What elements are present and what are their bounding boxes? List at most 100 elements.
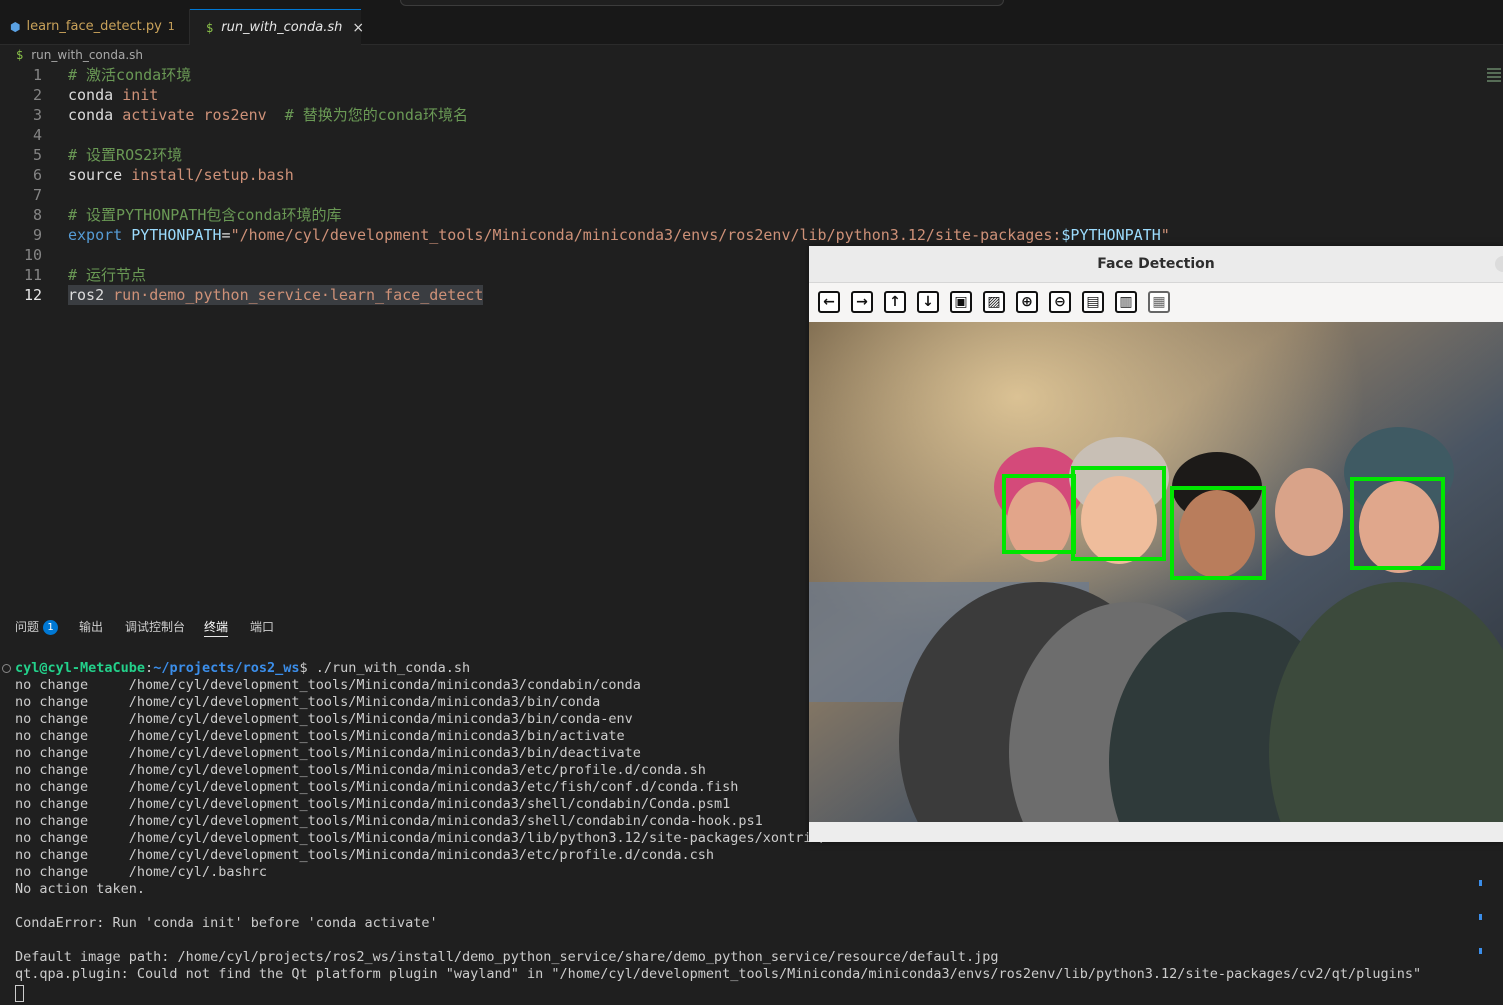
line-number: 12 <box>23 286 42 304</box>
code-string: "/home/cyl/development_tools/Miniconda/m… <box>230 226 1062 244</box>
paint-icon[interactable]: ▦ <box>1148 291 1170 313</box>
code-comment: # 激活conda环境 <box>68 66 192 84</box>
code-command: conda <box>68 86 114 104</box>
tab-problems[interactable]: 问题 1 <box>15 612 59 642</box>
terminal-line: no change /home/cyl/development_tools/Mi… <box>15 745 641 761</box>
code-argument: run·demo_python_service·learn_face_detec… <box>113 286 484 304</box>
terminal-scroll-marker <box>1479 880 1482 886</box>
line-number: 9 <box>32 226 42 244</box>
code-variable: PYTHONPATH <box>131 226 222 244</box>
command-status-icon <box>2 664 11 673</box>
save-icon[interactable]: ▤ <box>1082 291 1104 313</box>
tab-terminal[interactable]: 终端 <box>204 612 229 637</box>
line-number: 5 <box>32 146 42 164</box>
terminal-cursor <box>15 985 24 1002</box>
photo-canvas <box>809 322 1503 822</box>
panel-tabs: 问题 1 输出 调试控制台 终端 端口 <box>0 612 808 642</box>
code-operator: = <box>221 226 231 244</box>
code-comment: # 运行节点 <box>68 266 147 284</box>
image-toolbar: ← → ↑ ↓ ▣ ▨ ⊕ ⊖ ▤ ▥ ▦ <box>809 283 1503 321</box>
line-number: 10 <box>23 246 42 264</box>
detected-image[interactable] <box>809 322 1503 822</box>
terminal-line: CondaError: Run 'conda init' before 'con… <box>15 915 438 931</box>
terminal-line: no change /home/cyl/development_tools/Mi… <box>15 694 601 710</box>
tab-label: learn_face_detect.py <box>26 19 162 34</box>
minimap[interactable] <box>1487 66 1501 90</box>
problems-badge: 1 <box>43 620 59 635</box>
editor-tab-bar: ⬢ learn_face_detect.py 1 $ run_with_cond… <box>0 9 1503 45</box>
terminal-line: no change /home/cyl/development_tools/Mi… <box>15 779 739 795</box>
line-number: 2 <box>32 86 42 104</box>
face <box>1275 468 1343 556</box>
image-icon[interactable]: ▣ <box>950 291 972 313</box>
clipboard-icon[interactable]: ▥ <box>1115 291 1137 313</box>
prompt-path: ~/projects/ros2_ws <box>153 660 300 676</box>
close-icon[interactable]: × <box>352 20 364 36</box>
arrow-left-icon[interactable]: ← <box>818 291 840 313</box>
arrow-down-icon[interactable]: ↓ <box>917 291 939 313</box>
face <box>1081 476 1157 564</box>
terminal-line: no change /home/cyl/development_tools/Mi… <box>15 762 706 778</box>
breadcrumb: $ run_with_conda.sh <box>0 45 808 65</box>
face-detection-window[interactable]: Face Detection ← → ↑ ↓ ▣ ▨ ⊕ ⊖ ▤ ▥ ▦ <box>809 246 1503 842</box>
code-command: ros2 <box>68 286 105 304</box>
code-keyword: export <box>68 226 123 244</box>
terminal-line: no change /home/cyl/development_tools/Mi… <box>15 711 633 727</box>
face <box>1179 490 1255 578</box>
tab-debug-console[interactable]: 调试控制台 <box>125 612 185 642</box>
shell-icon: $ <box>206 20 214 35</box>
code-argument: activate ros2env <box>122 106 267 124</box>
terminal-line: no change /home/cyl/development_tools/Mi… <box>15 830 828 846</box>
tab-learn-face-detect[interactable]: ⬢ learn_face_detect.py 1 <box>0 9 190 44</box>
code-comment: # 替换为您的conda环境名 <box>284 106 468 124</box>
line-number: 3 <box>32 106 42 124</box>
prompt-user: cyl@cyl-MetaCube <box>15 660 146 676</box>
breadcrumb-file[interactable]: run_with_conda.sh <box>31 48 143 62</box>
zoom-in-icon[interactable]: ⊕ <box>1016 291 1038 313</box>
line-number: 7 <box>32 186 42 204</box>
zoom-out-icon[interactable]: ⊖ <box>1049 291 1071 313</box>
terminal-line: no change /home/cyl/development_tools/Mi… <box>15 796 731 812</box>
face <box>1359 481 1439 573</box>
title-bar <box>0 0 1503 9</box>
terminal-line: no change /home/cyl/development_tools/Mi… <box>15 813 763 829</box>
terminal-line: no change /home/cyl/.bashrc <box>15 864 267 880</box>
code-argument: install/setup.bash <box>131 166 294 184</box>
terminal-scroll-marker <box>1479 914 1482 920</box>
line-number: 4 <box>32 126 42 144</box>
code-string: " <box>1160 226 1170 244</box>
code-variable: $PYTHONPATH <box>1061 226 1161 244</box>
terminal-prompt-line: cyl@cyl-MetaCube:~/projects/ros2_ws$ ./r… <box>15 660 471 676</box>
tab-problem-count: 1 <box>167 20 175 33</box>
tab-ports[interactable]: 端口 <box>250 612 274 642</box>
code-editor[interactable]: 1 # 激活conda环境 2 conda init 3 conda activate… <box>0 65 1170 605</box>
terminal-line: no change /home/cyl/development_tools/Mi… <box>15 728 625 744</box>
line-number: 11 <box>23 266 42 284</box>
terminal-line: No action taken. <box>15 881 146 897</box>
line-number: 1 <box>32 66 42 84</box>
code-argument: init <box>122 86 159 104</box>
arrow-up-icon[interactable]: ↑ <box>884 291 906 313</box>
terminal-scroll-marker <box>1479 948 1482 954</box>
prompt-command: $ ./run_with_conda.sh <box>299 660 471 676</box>
tab-run-with-conda[interactable]: $ run_with_conda.sh × <box>190 9 364 45</box>
code-command: conda <box>68 106 114 124</box>
terminal-line: no change /home/cyl/development_tools/Mi… <box>15 847 714 863</box>
python-icon: ⬢ <box>10 19 21 34</box>
arrow-right-icon[interactable]: → <box>851 291 873 313</box>
terminal-line: qt.qpa.plugin: Could not find the Qt pla… <box>15 966 1422 982</box>
line-number: 8 <box>32 206 42 224</box>
window-title: Face Detection <box>809 246 1503 283</box>
tab-label: 问题 <box>15 620 40 634</box>
line-number: 6 <box>32 166 42 184</box>
code-comment: # 设置ROS2环境 <box>68 146 183 164</box>
tab-output[interactable]: 输出 <box>79 612 103 642</box>
terminal-line: Default image path: /home/cyl/projects/r… <box>15 949 999 965</box>
window-status-bar <box>809 822 1503 842</box>
shell-icon: $ <box>16 48 24 62</box>
tab-label: run_with_conda.sh <box>221 20 343 35</box>
command-center[interactable] <box>400 0 1004 6</box>
terminal-line: no change /home/cyl/development_tools/Mi… <box>15 677 641 693</box>
code-comment: # 设置PYTHONPATH包含conda环境的库 <box>68 206 342 224</box>
image-properties-icon[interactable]: ▨ <box>983 291 1005 313</box>
